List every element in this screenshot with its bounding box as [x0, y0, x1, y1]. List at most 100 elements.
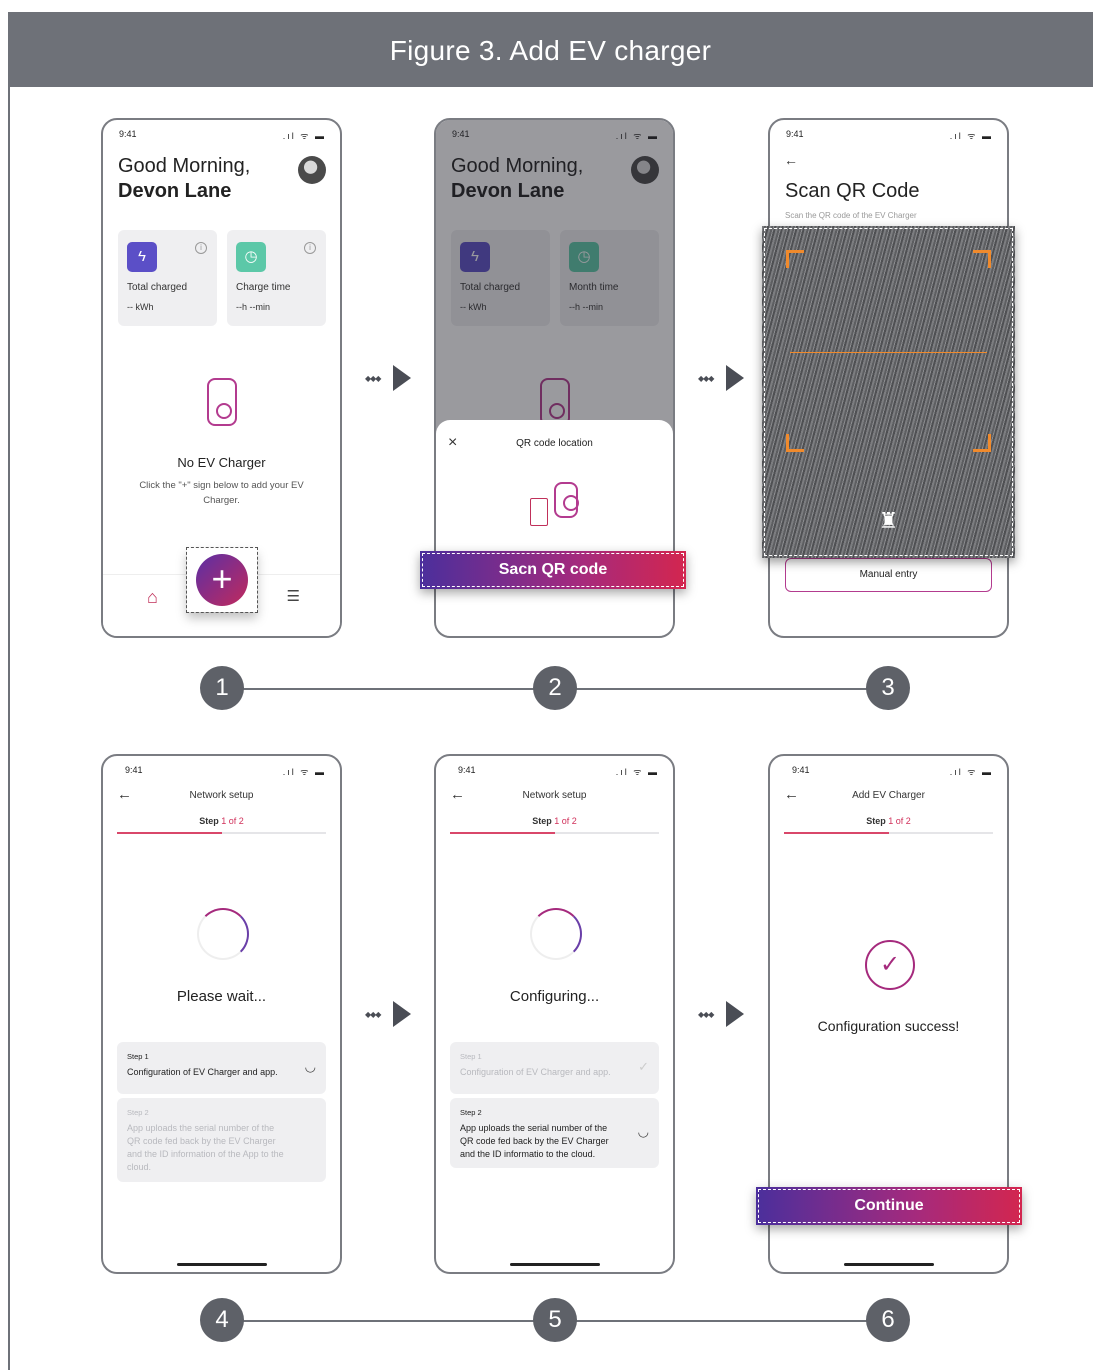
signal-wifi-battery-icons: .ıl ᯤ ▬ — [949, 131, 993, 141]
step-number: 4 — [200, 1298, 244, 1342]
step-text: Configuration of EV Charger and app. — [127, 1067, 278, 1077]
check-icon: ✓ — [638, 1059, 649, 1074]
ev-charger-icon — [554, 482, 579, 518]
clock-icon: ◷ — [236, 242, 266, 272]
card-value: --h --min — [236, 302, 270, 312]
page-subtitle: Scan the QR code of the EV Charger — [785, 211, 917, 220]
charge-time-card[interactable]: ◷ i Charge time --h --min — [227, 230, 326, 326]
flashlight-icon[interactable]: ♜ — [762, 508, 1015, 534]
page-title: Network setup — [522, 790, 587, 801]
next-arrow: ◆◆◆ — [365, 365, 411, 391]
status-text: Configuration success! — [817, 1018, 960, 1034]
step-number: 3 — [866, 666, 910, 710]
status-time: 9:41 — [458, 765, 476, 775]
step-head: Step 2 — [460, 1108, 482, 1117]
loading-icon: ◡ — [304, 1059, 316, 1074]
loading-spinner — [197, 908, 249, 960]
qr-card-icon — [530, 498, 548, 526]
home-indicator — [843, 1263, 934, 1266]
sheet-title: QR code location — [516, 438, 593, 449]
home-indicator — [176, 1263, 267, 1266]
figure-title: Figure 3. Add EV charger — [8, 12, 1093, 87]
status-time: 9:41 — [119, 129, 137, 139]
status-bar: 9:41 .ıl ᯤ ▬ — [458, 765, 659, 777]
scan-corner — [786, 434, 804, 452]
signal-wifi-battery-icons: .ıl ᯤ ▬ — [282, 131, 326, 141]
progress-fill — [117, 832, 222, 834]
home-indicator — [509, 1263, 600, 1266]
signal-wifi-battery-icons: .ıl ᯤ ▬ — [282, 767, 326, 777]
empty-title: No EV Charger — [177, 455, 266, 470]
next-arrow: ◆◆◆ — [365, 1001, 411, 1027]
next-arrow: ◆◆◆ — [698, 1001, 744, 1027]
add-charger-button[interactable]: + — [196, 554, 248, 606]
loading-icon: ◡ — [637, 1124, 649, 1139]
phone-screen-5: 9:41 .ıl ᯤ ▬ ← Network setup Step 1 of 2 … — [434, 754, 675, 1274]
status-time: 9:41 — [792, 765, 810, 775]
scan-corner — [973, 434, 991, 452]
scan-qr-button[interactable]: Sacn QR code — [420, 551, 686, 589]
progress-fill — [450, 832, 555, 834]
manual-entry-button[interactable]: Manual entry — [785, 558, 992, 592]
step-prefix: Step — [199, 816, 222, 826]
continue-button[interactable]: Continue — [756, 1187, 1022, 1225]
page-title: Network setup — [189, 790, 254, 801]
step-text: App uploads the serial number of the QR … — [127, 1123, 284, 1172]
status-bar: 9:41 .ıl ᯤ ▬ — [786, 129, 993, 141]
status-text: Please wait... — [176, 988, 267, 1005]
status-time: 9:41 — [125, 765, 143, 775]
card-label: Total charged — [127, 282, 188, 293]
page-title: Scan QR Code — [785, 180, 920, 202]
status-bar: 9:41 .ıl ᯤ ▬ — [125, 765, 326, 777]
success-check-icon: ✓ — [865, 940, 915, 990]
home-icon[interactable]: ⌂ — [147, 587, 158, 608]
back-icon[interactable]: ← — [784, 152, 798, 168]
step-text: Configuration of EV Charger and app. — [460, 1067, 611, 1077]
status-bar: 9:41 .ıl ᯤ ▬ — [792, 765, 993, 777]
chat-icon[interactable]: ☰ — [287, 587, 300, 605]
progress-bar — [117, 832, 326, 834]
avatar[interactable] — [298, 156, 326, 184]
card-value: -- kWh — [127, 302, 154, 312]
step-head: Step 2 — [127, 1108, 149, 1117]
page-title: Add EV Charger — [852, 790, 925, 801]
loading-spinner — [530, 908, 582, 960]
bolt-icon: ϟ — [127, 242, 157, 272]
step-1-box: Step 1 Configuration of EV Charger and a… — [117, 1042, 326, 1094]
greeting: Good Morning, Devon Lane — [118, 154, 250, 204]
phone-screen-4: 9:41 .ıl ᯤ ▬ ← Network setup Step 1 of 2 … — [101, 754, 342, 1274]
add-button-frame: + — [186, 547, 258, 613]
progress-fill — [784, 832, 889, 834]
camera-viewfinder[interactable]: ♜ — [762, 226, 1015, 558]
progress-bar — [784, 832, 993, 834]
scan-corner — [973, 250, 991, 268]
step-number: 6 — [866, 1298, 910, 1342]
status-text: Configuring... — [509, 988, 600, 1005]
step-indicator: Step 1 of 2 — [436, 816, 673, 826]
greeting-text: Good Morning, — [118, 155, 251, 177]
step-head: Step 1 — [460, 1052, 482, 1061]
step-indicator: Step 1 of 2 — [770, 816, 1007, 826]
info-icon[interactable]: i — [195, 242, 207, 254]
step-prefix: Step — [866, 816, 889, 826]
step-count: 1 of 2 — [888, 816, 911, 826]
progress-bar — [450, 832, 659, 834]
step-2-box: Step 2 App uploads the serial number of … — [450, 1098, 659, 1168]
qr-location-sheet: × QR code location — [436, 420, 673, 636]
info-icon[interactable]: i — [304, 242, 316, 254]
step-head: Step 1 — [127, 1052, 149, 1061]
step-count: 1 of 2 — [554, 816, 577, 826]
user-name: Devon Lane — [118, 180, 232, 202]
next-arrow: ◆◆◆ — [698, 365, 744, 391]
signal-wifi-battery-icons: .ıl ᯤ ▬ — [615, 767, 659, 777]
step-number: 5 — [533, 1298, 577, 1342]
total-charged-card[interactable]: ϟ i Total charged -- kWh — [118, 230, 217, 326]
signal-wifi-battery-icons: .ıl ᯤ ▬ — [949, 767, 993, 777]
step-2-box: Step 2 App uploads the serial number of … — [117, 1098, 326, 1182]
step-count: 1 of 2 — [221, 816, 244, 826]
status-time: 9:41 — [786, 129, 804, 139]
step-1-box: Step 1 Configuration of EV Charger and a… — [450, 1042, 659, 1094]
card-label: Charge time — [236, 282, 291, 293]
step-number: 1 — [200, 666, 244, 710]
empty-description: Click the "+" sign below to add your EV … — [139, 480, 304, 506]
